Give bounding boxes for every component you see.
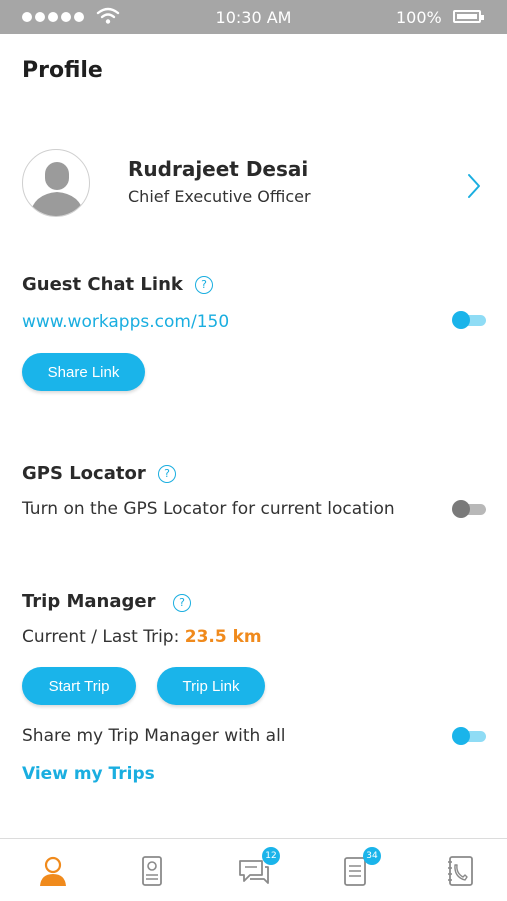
help-icon[interactable]: ?: [173, 594, 191, 612]
tab-phonebook[interactable]: [442, 853, 478, 889]
share-trip-toggle[interactable]: [452, 727, 486, 745]
help-icon[interactable]: ?: [195, 276, 213, 294]
status-bar: 10:30 AM 100%: [0, 0, 507, 34]
guest-chat-url[interactable]: www.workapps.com/150: [22, 312, 229, 332]
trip-manager-title: Trip Manager: [22, 591, 156, 612]
gps-description: Turn on the GPS Locator for current loca…: [22, 499, 395, 519]
battery-icon: [453, 10, 484, 23]
guest-chat-title: Guest Chat Link: [22, 274, 183, 295]
gps-toggle[interactable]: [452, 500, 486, 518]
user-silhouette-icon: [29, 162, 85, 216]
phonebook-icon: [448, 856, 473, 886]
tab-contacts[interactable]: [134, 853, 170, 889]
tab-notes[interactable]: 34: [337, 847, 381, 889]
share-trip-label: Share my Trip Manager with all: [22, 726, 286, 746]
trip-link-button[interactable]: Trip Link: [157, 667, 265, 705]
notes-badge: 34: [363, 847, 381, 865]
chevron-right-icon[interactable]: [466, 173, 482, 203]
profile-name: Rudrajeet Desai: [128, 157, 309, 181]
view-trips-link[interactable]: View my Trips: [22, 764, 155, 784]
profile-role: Chief Executive Officer: [128, 187, 311, 206]
profile-icon: [40, 856, 66, 886]
gps-title: GPS Locator: [22, 463, 146, 484]
profile-row[interactable]: Rudrajeet Desai Chief Executive Officer: [0, 145, 507, 223]
avatar: [22, 149, 90, 217]
page-title: Profile: [22, 58, 103, 83]
trip-current-value: 23.5 km: [184, 627, 262, 647]
share-link-button[interactable]: Share Link: [22, 353, 145, 391]
tab-profile[interactable]: [35, 853, 71, 889]
help-icon[interactable]: ?: [158, 465, 176, 483]
guest-chat-toggle[interactable]: [452, 311, 486, 329]
tab-chat[interactable]: 12: [236, 847, 280, 889]
trip-current-label: Current / Last Trip:: [22, 627, 180, 647]
chat-badge: 12: [262, 847, 280, 865]
contact-card-icon: [142, 856, 162, 886]
trip-current: Current / Last Trip: 23.5 km: [22, 627, 262, 647]
battery-percent: 100%: [396, 8, 442, 27]
start-trip-button[interactable]: Start Trip: [22, 667, 136, 705]
tab-bar: 12 34: [0, 838, 507, 901]
